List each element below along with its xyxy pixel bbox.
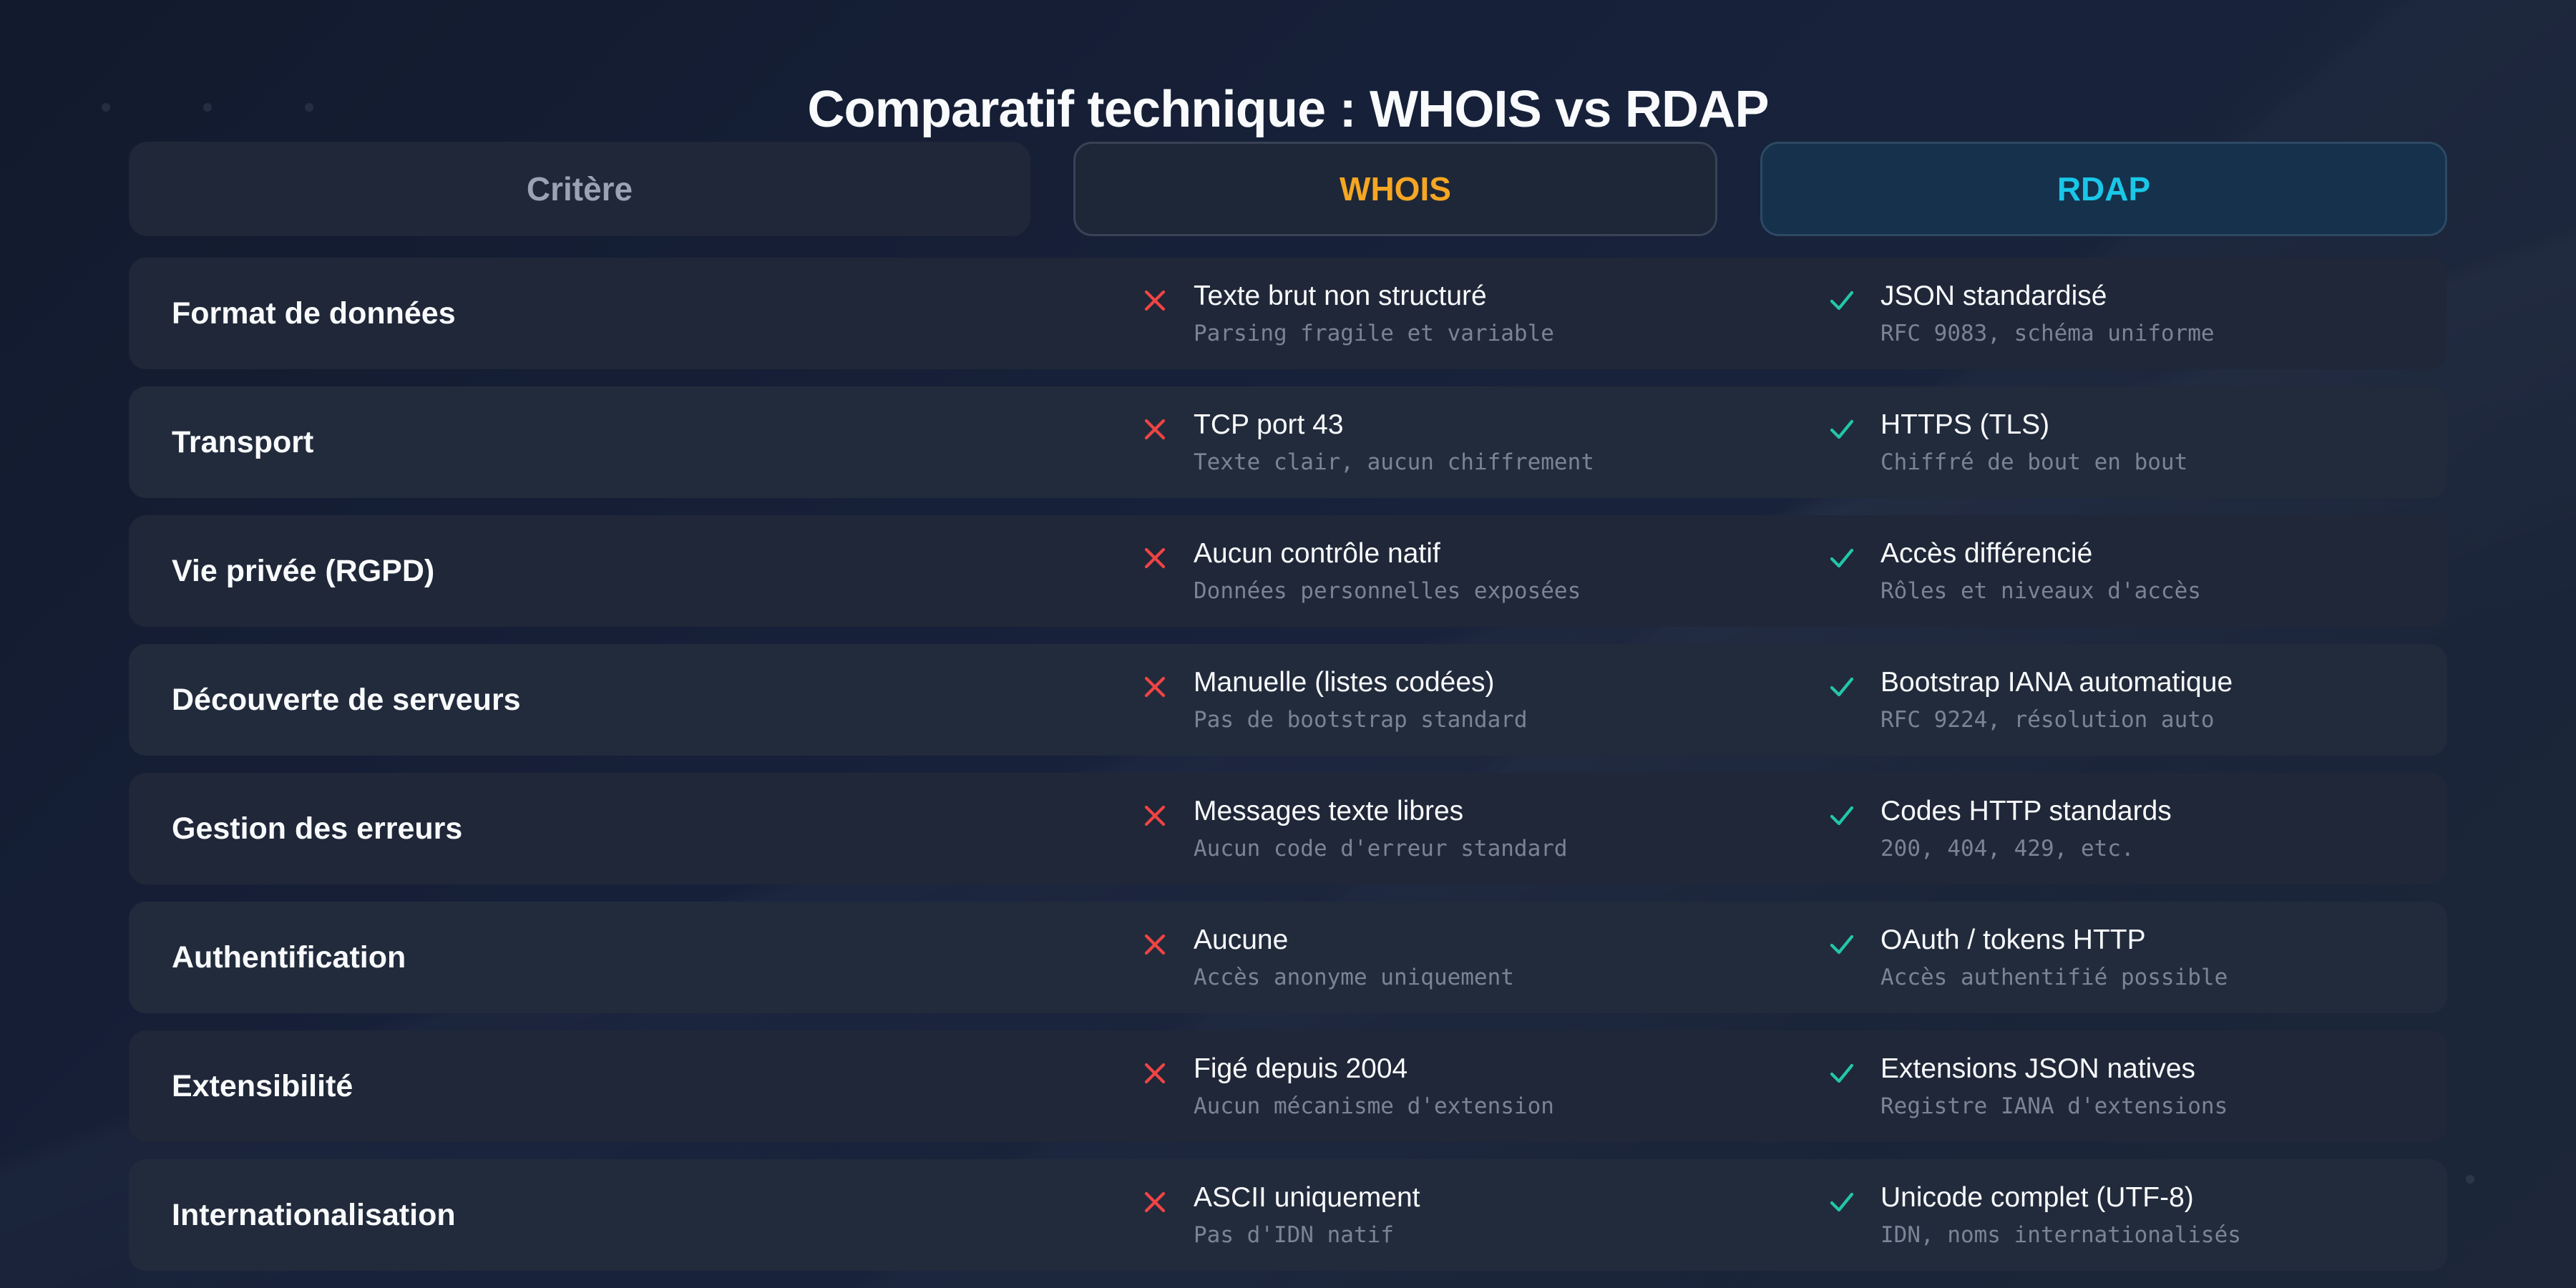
comparison-row-internationalisation: Internationalisation ASCII uniquement Pa… <box>129 1159 2447 1271</box>
comparison-row-extensibilite: Extensibilité Figé depuis 2004 Aucun méc… <box>129 1030 2447 1142</box>
rdap-main-text: Unicode complet (UTF-8) <box>1880 1182 2194 1213</box>
whois-sub-text: Parsing fragile et variable <box>1194 321 1554 346</box>
rdap-column-header: RDAP <box>1760 142 2447 236</box>
whois-main-text: Manuelle (listes codées) <box>1194 667 1495 698</box>
rdap-main-text: JSON standardisé <box>1880 280 2107 311</box>
cross-icon <box>1138 283 1172 318</box>
rdap-cell: OAuth / tokens HTTP Accès authentifié po… <box>1825 923 2228 992</box>
rdap-sub-text: RFC 9224, résolution auto <box>1880 707 2215 733</box>
comparison-row-authentification: Authentification Aucune Accès anonyme un… <box>129 902 2447 1013</box>
whois-sub-text: Aucun code d'erreur standard <box>1194 836 1568 862</box>
rdap-main-text: Extensions JSON natives <box>1880 1053 2196 1084</box>
rdap-cell: Unicode complet (UTF-8) IDN, noms intern… <box>1825 1181 2241 1249</box>
page-title: Comparatif technique : WHOIS vs RDAP <box>807 81 1769 139</box>
comparison-row-vie-privee-rgpd: Vie privée (RGPD) Aucun contrôle natif D… <box>129 515 2447 627</box>
whois-sub-text: Pas de bootstrap standard <box>1194 707 1528 733</box>
cross-icon <box>1138 541 1172 575</box>
whois-sub-text: Texte clair, aucun chiffrement <box>1194 449 1594 475</box>
whois-cell: Messages texte libres Aucun code d'erreu… <box>1138 794 1568 863</box>
check-icon <box>1825 670 1859 704</box>
whois-sub-text: Accès anonyme uniquement <box>1194 965 1514 990</box>
cross-icon <box>1138 799 1172 833</box>
criterion-label: Découverte de serveurs <box>172 682 521 717</box>
rdap-cell: HTTPS (TLS) Chiffré de bout en bout <box>1825 408 2187 477</box>
comparison-table: Format de données Texte brut non structu… <box>129 258 2447 1288</box>
whois-main-text: ASCII uniquement <box>1194 1182 1420 1213</box>
whois-cell: Texte brut non structuré Parsing fragile… <box>1138 279 1554 348</box>
rdap-sub-text: Accès authentifié possible <box>1880 965 2228 990</box>
cross-icon <box>1138 1056 1172 1091</box>
rdap-sub-text: Chiffré de bout en bout <box>1880 449 2188 475</box>
whois-column-header: WHOIS <box>1073 142 1717 236</box>
comparison-header: Critère WHOIS RDAP <box>129 142 2447 236</box>
rdap-main-text: Bootstrap IANA automatique <box>1880 667 2233 698</box>
criterion-label: Extensibilité <box>172 1068 353 1103</box>
cross-icon <box>1138 412 1172 447</box>
whois-cell: TCP port 43 Texte clair, aucun chiffreme… <box>1138 408 1594 477</box>
whois-sub-text: Pas d'IDN natif <box>1194 1222 1394 1248</box>
criterion-label: Gestion des erreurs <box>172 811 463 846</box>
check-icon <box>1825 541 1859 575</box>
rdap-sub-text: 200, 404, 429, etc. <box>1880 836 2135 862</box>
whois-main-text: Messages texte libres <box>1194 796 1464 826</box>
whois-cell: Aucun contrôle natif Données personnelle… <box>1138 537 1581 605</box>
rdap-sub-text: Registre IANA d'extensions <box>1880 1093 2228 1119</box>
check-icon <box>1825 927 1859 962</box>
criterion-column-header: Critère <box>129 142 1030 236</box>
rdap-cell: Bootstrap IANA automatique RFC 9224, rés… <box>1825 665 2233 734</box>
rdap-cell: JSON standardisé RFC 9083, schéma unifor… <box>1825 279 2215 348</box>
whois-cell: Manuelle (listes codées) Pas de bootstra… <box>1138 665 1528 734</box>
check-icon <box>1825 283 1859 318</box>
rdap-cell: Codes HTTP standards 200, 404, 429, etc. <box>1825 794 2172 863</box>
whois-main-text: Figé depuis 2004 <box>1194 1053 1408 1084</box>
rdap-sub-text: Rôles et niveaux d'accès <box>1880 578 2201 604</box>
criterion-label: Format de données <box>172 296 456 331</box>
whois-main-text: TCP port 43 <box>1194 409 1344 440</box>
rdap-sub-text: RFC 9083, schéma uniforme <box>1880 321 2215 346</box>
whois-sub-text: Données personnelles exposées <box>1194 578 1581 604</box>
comparison-row-gestion-des-erreurs: Gestion des erreurs Messages texte libre… <box>129 773 2447 884</box>
cross-icon <box>1138 1185 1172 1219</box>
whois-cell: ASCII uniquement Pas d'IDN natif <box>1138 1181 1420 1249</box>
comparison-row-transport: Transport TCP port 43 Texte clair, aucun… <box>129 386 2447 498</box>
whois-cell: Aucune Accès anonyme uniquement <box>1138 923 1514 992</box>
check-icon <box>1825 1056 1859 1091</box>
cross-icon <box>1138 670 1172 704</box>
whois-main-text: Aucun contrôle natif <box>1194 538 1440 569</box>
dot <box>2466 1175 2474 1184</box>
criterion-label: Authentification <box>172 940 406 975</box>
criterion-label: Transport <box>172 424 314 459</box>
criterion-label: Vie privée (RGPD) <box>172 553 435 588</box>
whois-sub-text: Aucun mécanisme d'extension <box>1194 1093 1554 1119</box>
rdap-main-text: Accès différencié <box>1880 538 2093 569</box>
rdap-main-text: HTTPS (TLS) <box>1880 409 2050 440</box>
cross-icon <box>1138 927 1172 962</box>
rdap-cell: Extensions JSON natives Registre IANA d'… <box>1825 1052 2228 1121</box>
rdap-sub-text: IDN, noms internationalisés <box>1880 1222 2241 1248</box>
criterion-label: Internationalisation <box>172 1197 456 1232</box>
comparison-row-format-de-donnees: Format de données Texte brut non structu… <box>129 258 2447 369</box>
rdap-main-text: OAuth / tokens HTTP <box>1880 924 2146 955</box>
check-icon <box>1825 1185 1859 1219</box>
rdap-cell: Accès différencié Rôles et niveaux d'acc… <box>1825 537 2201 605</box>
whois-main-text: Texte brut non structuré <box>1194 280 1487 311</box>
check-icon <box>1825 412 1859 447</box>
whois-cell: Figé depuis 2004 Aucun mécanisme d'exten… <box>1138 1052 1554 1121</box>
whois-main-text: Aucune <box>1194 924 1289 955</box>
comparison-row-decouverte-de-serveurs: Découverte de serveurs Manuelle (listes … <box>129 644 2447 756</box>
check-icon <box>1825 799 1859 833</box>
rdap-main-text: Codes HTTP standards <box>1880 796 2172 826</box>
